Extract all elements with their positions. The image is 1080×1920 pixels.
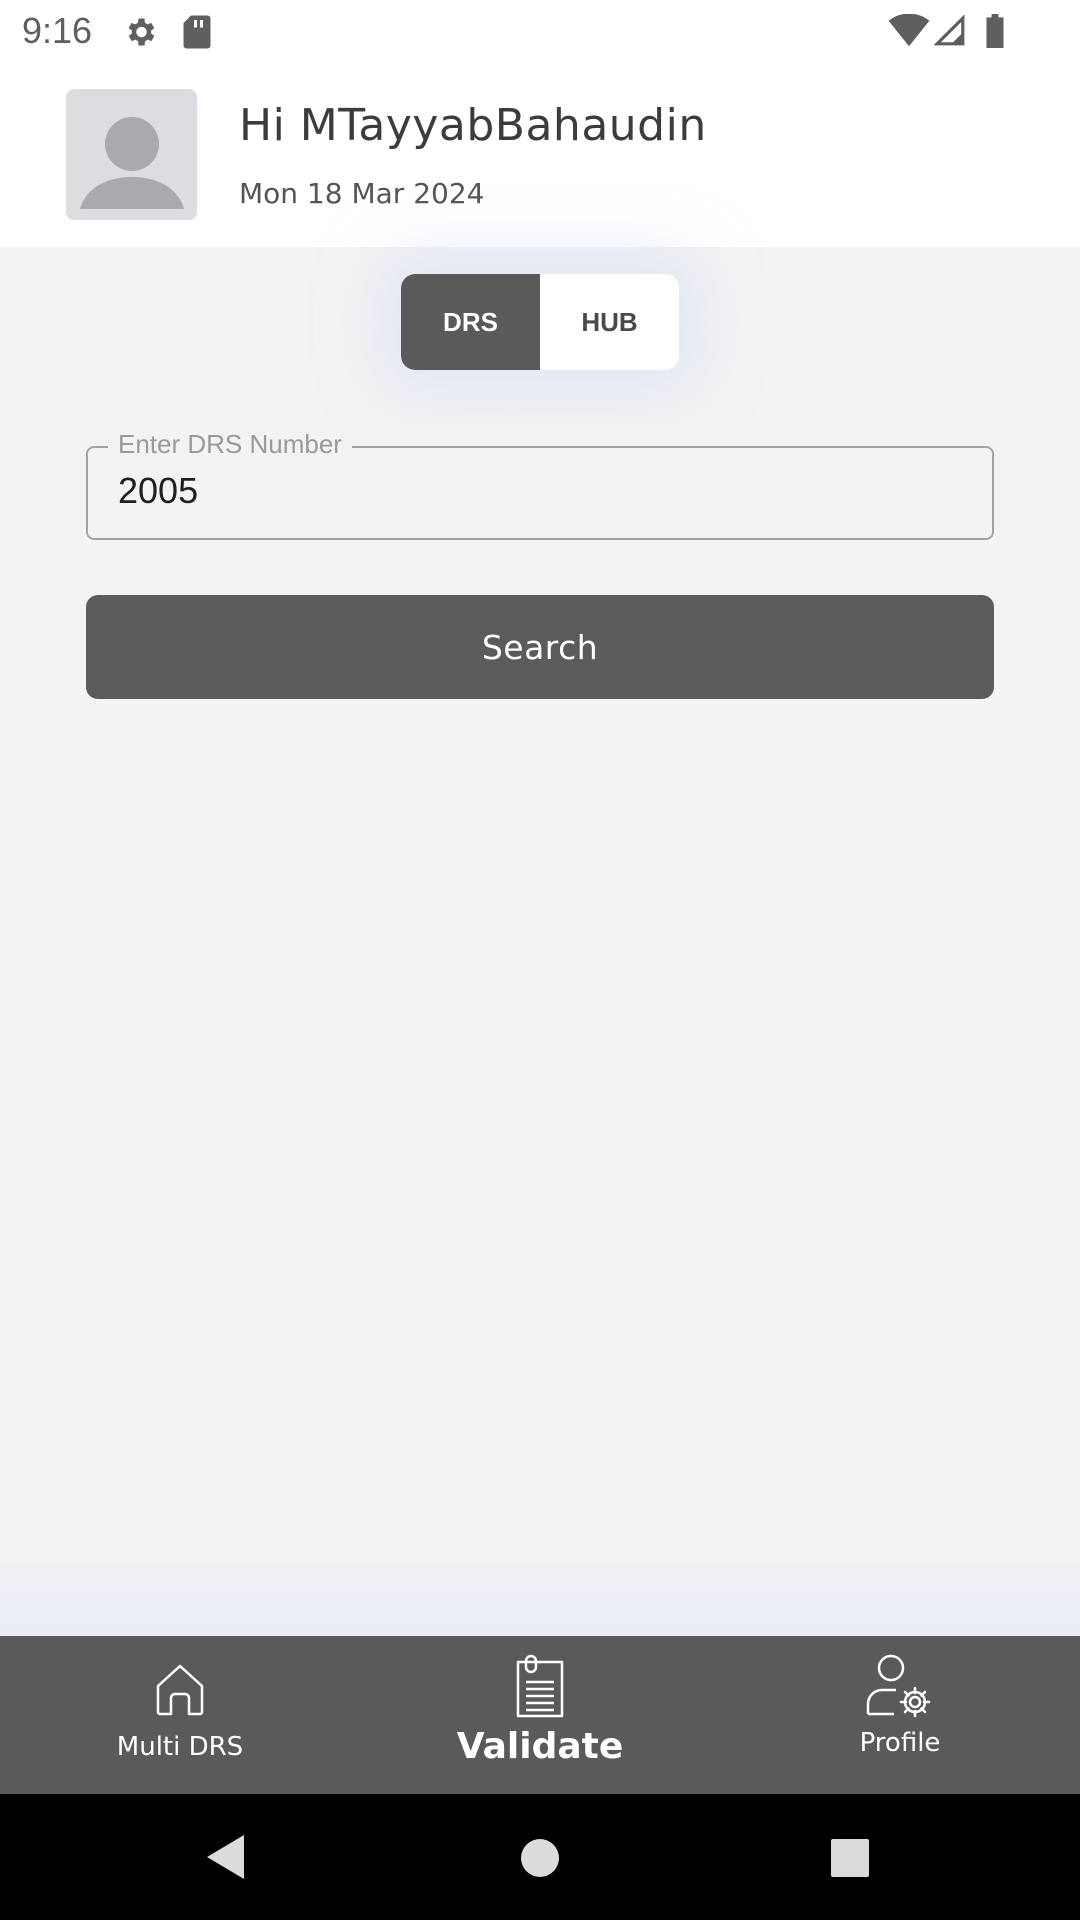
back-icon[interactable] <box>206 1834 246 1884</box>
nav-multi-drs[interactable]: Multi DRS <box>60 1636 300 1794</box>
nav-multi-drs-label: Multi DRS <box>116 1732 244 1762</box>
home-circle-icon[interactable] <box>520 1838 560 1882</box>
sd-card-icon <box>182 14 212 54</box>
profile-header: Hi MTayyabBahaudin Mon 18 Mar 2024 <box>0 62 1080 247</box>
status-bar: 9:16 <box>0 0 1080 62</box>
wifi-icon <box>888 13 930 52</box>
system-navigation-bar <box>0 1794 1080 1920</box>
battery-icon <box>984 14 1006 52</box>
home-icon <box>153 1662 207 1722</box>
nav-profile[interactable]: Profile <box>780 1636 1020 1794</box>
document-icon <box>514 1654 566 1724</box>
nav-profile-label: Profile <box>859 1728 941 1758</box>
recents-icon[interactable] <box>830 1838 870 1882</box>
drs-number-input[interactable]: 2005 <box>118 470 958 512</box>
avatar[interactable] <box>66 89 197 220</box>
greeting-title: Hi MTayyabBahaudin <box>239 100 707 151</box>
bottom-glow <box>0 1540 1080 1636</box>
gear-icon <box>122 14 158 54</box>
drs-number-field[interactable]: Enter DRS Number 2005 <box>86 429 994 540</box>
cell-signal-icon <box>933 14 966 52</box>
current-date: Mon 18 Mar 2024 <box>239 177 485 210</box>
drs-number-label: Enter DRS Number <box>108 429 352 460</box>
user-settings-icon <box>865 1654 935 1724</box>
bottom-navigation: Multi DRS Validate Profile <box>0 1636 1080 1794</box>
nav-validate[interactable]: Validate <box>420 1636 660 1794</box>
search-button[interactable]: Search <box>86 595 994 699</box>
drs-hub-toggle: DRS HUB <box>401 274 679 370</box>
nav-validate-label: Validate <box>456 1726 624 1767</box>
toggle-drs[interactable]: DRS <box>401 274 540 370</box>
status-time: 9:16 <box>22 10 93 51</box>
toggle-hub[interactable]: HUB <box>540 274 679 370</box>
